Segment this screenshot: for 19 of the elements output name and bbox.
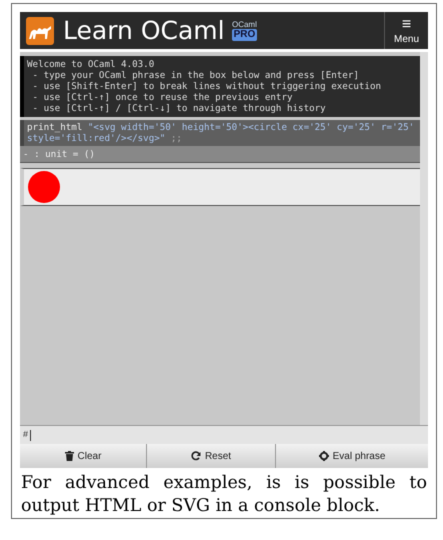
eval-button[interactable]: Eval phrase (275, 444, 428, 468)
app-title: Learn OCaml (63, 18, 225, 43)
welcome-console: Welcome to OCaml 4.03.0 - type your OCaml phrase in the box below and press [Enter] - use [Shift-Enter] to break lines without triggering execution - use [Ctrl-↑] once to reuse the previous entry - use [Ctrl-↑] / [Ctrl-↓] to navigate through history (20, 56, 420, 117)
phrase-code: print_html "<svg width='50' height='50'><circle cx='25' cy='25' r='25' style='fill:red'/></svg>" ;; (27, 122, 416, 144)
input-field[interactable]: # (20, 425, 428, 444)
menu-button[interactable]: ≡ Menu (384, 12, 428, 49)
caption-text: For advanced examples, is is possible to output HTML or SVG in a console block. (20, 472, 428, 518)
camel-logo-icon (26, 16, 54, 44)
badge-caption: OCaml (232, 20, 257, 28)
result-text: - : unit = () (23, 149, 95, 160)
prompt-text: # (23, 428, 28, 442)
refresh-icon (190, 451, 201, 461)
gear-icon (318, 451, 329, 461)
menu-icon: ≡ (402, 16, 412, 32)
reset-button[interactable]: Reset (146, 444, 275, 468)
cursor (30, 430, 32, 440)
pro-badge: PRO (232, 28, 258, 40)
clear-button[interactable]: Clear (20, 444, 146, 468)
trash-icon (64, 451, 74, 461)
